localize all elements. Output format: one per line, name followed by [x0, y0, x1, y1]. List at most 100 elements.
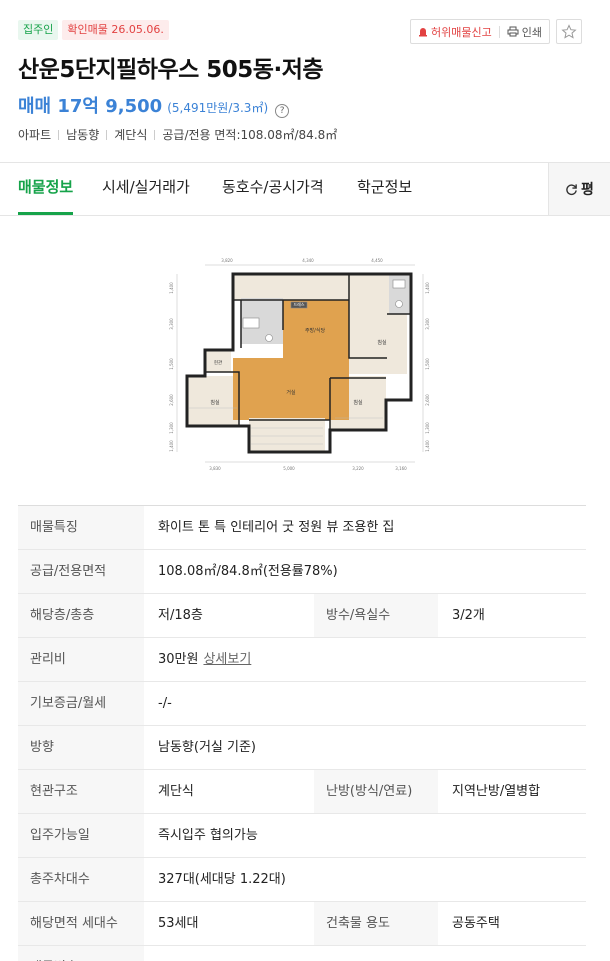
listing-header: 집주인 확인매물 26.05.06. 허위매물신고 인쇄 산운5단지필하우스 5… — [0, 0, 610, 162]
meta-divider — [58, 129, 60, 140]
room-left-bedroom: 침실 — [210, 399, 220, 406]
listing-meta: 아파트 남동향 계단식 공급/전용 면적:108.08㎡/84.8㎡ — [18, 126, 337, 143]
fee-value: 30만원 — [158, 652, 199, 667]
print-icon — [507, 26, 519, 37]
dim-top-2: 4,340 — [302, 258, 314, 263]
listing-title: 산운5단지필하우스 505동·저층 — [18, 57, 324, 83]
info-row-area: 공급/전용면적 108.08㎡/84.8㎡(전용률78%) — [18, 550, 586, 594]
usage-label: 건축물 용도 — [314, 902, 438, 945]
price-per-area: (5,491만원/3.3㎡) — [167, 101, 269, 115]
dim-bottom-2: 5,000 — [283, 466, 295, 471]
dim-left-5: 1,300 — [169, 422, 174, 434]
fee-detail-link[interactable]: 상세보기 — [203, 652, 251, 667]
entrance-label: 현관구조 — [18, 770, 144, 813]
room-master-bedroom: 침실 — [377, 339, 387, 346]
area-label: 공급/전용면적 — [18, 550, 144, 593]
info-row-listing-id: 매물번호 2624587261 — [18, 946, 586, 961]
tab-market-price[interactable]: 시세/실거래가 — [102, 163, 190, 215]
usage-value: 공동주택 — [452, 916, 500, 931]
meta-divider — [106, 129, 108, 140]
report-button[interactable]: 허위매물신고 — [411, 20, 499, 43]
tab-bar: 매물정보 시세/실거래가 동호수/공시가격 학군정보 평 — [0, 162, 610, 216]
dim-left-4: 2,600 — [169, 394, 174, 406]
print-button[interactable]: 인쇄 — [500, 20, 549, 43]
feature-label: 매물특징 — [18, 506, 144, 549]
badge-group: 집주인 확인매물 26.05.06. — [18, 20, 169, 40]
help-icon[interactable]: ? — [275, 104, 290, 118]
room-living: 거실 — [286, 389, 296, 396]
price-row: 매매 17억 9,500 (5,491만원/3.3㎡) ? — [18, 92, 290, 118]
floor-value: 저/18층 — [158, 608, 203, 623]
area-unit-toggle[interactable]: 평 — [548, 163, 610, 215]
floorplan-image[interactable]: 3,820 4,340 4,450 주방/식당 거실 침실 침실 침실 현관 드… — [165, 258, 435, 478]
info-row-floor: 해당층/총층 저/18층 방수/욕실수 3/2개 — [18, 594, 586, 638]
households-label: 해당면적 세대수 — [18, 902, 144, 945]
favorite-button[interactable] — [555, 19, 582, 44]
households-value: 53세대 — [158, 916, 199, 931]
tab-listing-info[interactable]: 매물정보 — [18, 163, 74, 215]
room-entrance: 현관 — [214, 359, 222, 366]
dim-right-2: 3,300 — [425, 318, 430, 330]
star-icon — [561, 23, 577, 39]
siren-icon — [419, 28, 427, 37]
price-value: 매매 17억 9,500 — [18, 96, 163, 117]
dim-top-3: 4,450 — [371, 258, 383, 263]
direction-value: 남동향(거실 기준) — [158, 740, 256, 755]
floor-label: 해당층/총층 — [18, 594, 144, 637]
dim-right-5: 1,300 — [425, 422, 430, 434]
direction-label: 방향 — [18, 726, 144, 769]
movein-label: 입주가능일 — [18, 814, 144, 857]
dim-bottom-1: 3,830 — [209, 466, 221, 471]
toolbar: 허위매물신고 인쇄 — [410, 19, 582, 44]
room-closet: 드레스 — [293, 301, 304, 307]
meta-type: 아파트 — [18, 128, 52, 142]
listing-info-table: 매물특징 화이트 톤 특 인테리어 굿 정원 뷰 조용한 집 공급/전용면적 1… — [18, 505, 586, 961]
parking-value: 327대(세대당 1.22대) — [158, 872, 286, 887]
info-row-fee: 관리비 30만원 상세보기 — [18, 638, 586, 682]
listing-id-value: 2624587261 — [158, 946, 241, 961]
dim-left-3: 1,500 — [169, 358, 174, 370]
parking-label: 총주차대수 — [18, 858, 144, 901]
info-row-structure: 현관구조 계단식 난방(방식/연료) 지역난방/열병합 — [18, 770, 586, 814]
deposit-value: -/- — [158, 696, 172, 711]
dim-right-1: 1,400 — [425, 282, 430, 294]
info-row-parking: 총주차대수 327대(세대당 1.22대) — [18, 858, 586, 902]
feature-value: 화이트 톤 특 인테리어 굿 정원 뷰 조용한 집 — [158, 520, 395, 535]
meta-area: 공급/전용 면적:108.08㎡/84.8㎡ — [162, 128, 338, 142]
area-unit-label: 평 — [581, 182, 594, 198]
fee-label: 관리비 — [18, 638, 144, 681]
dim-right-4: 2,600 — [425, 394, 430, 406]
dim-left-1: 1,400 — [169, 282, 174, 294]
fee-cell: 30만원 상세보기 — [158, 638, 251, 681]
meta-direction: 남동향 — [66, 128, 100, 142]
info-row-feature: 매물특징 화이트 톤 특 인테리어 굿 정원 뷰 조용한 집 — [18, 506, 586, 550]
owner-badge: 집주인 — [18, 20, 59, 40]
info-row-movein: 입주가능일 즉시입주 협의가능 — [18, 814, 586, 858]
dim-left-6: 1,400 — [169, 440, 174, 452]
tab-school[interactable]: 학군정보 — [357, 163, 412, 215]
heating-value: 지역난방/열병합 — [452, 784, 541, 799]
verified-badge: 확인매물 26.05.06. — [62, 20, 169, 40]
report-print-group: 허위매물신고 인쇄 — [410, 19, 550, 44]
dim-right-3: 1,500 — [425, 358, 430, 370]
meta-divider — [154, 129, 156, 140]
meta-structure: 계단식 — [114, 128, 148, 142]
rooms-value: 3/2개 — [452, 608, 485, 623]
info-row-deposit: 기보증금/월세 -/- — [18, 682, 586, 726]
room-middle-bedroom: 침실 — [353, 399, 363, 406]
entrance-value: 계단식 — [158, 784, 194, 799]
dim-bottom-3: 3,220 — [352, 466, 364, 471]
dim-bottom-4: 3,160 — [395, 466, 407, 471]
info-row-direction: 방향 남동향(거실 기준) — [18, 726, 586, 770]
area-value: 108.08㎡/84.8㎡(전용률78%) — [158, 564, 338, 579]
print-label: 인쇄 — [521, 25, 542, 39]
listing-id-label: 매물번호 — [18, 946, 144, 961]
dim-right-6: 1,400 — [425, 440, 430, 452]
report-label: 허위매물신고 — [431, 25, 492, 39]
refresh-icon — [566, 183, 577, 195]
deposit-label: 기보증금/월세 — [18, 682, 144, 725]
tab-unit-price[interactable]: 동호수/공시가격 — [222, 163, 324, 215]
rooms-label: 방수/욕실수 — [314, 594, 438, 637]
heating-label: 난방(방식/연료) — [314, 770, 438, 813]
dim-top-1: 3,820 — [221, 258, 233, 263]
